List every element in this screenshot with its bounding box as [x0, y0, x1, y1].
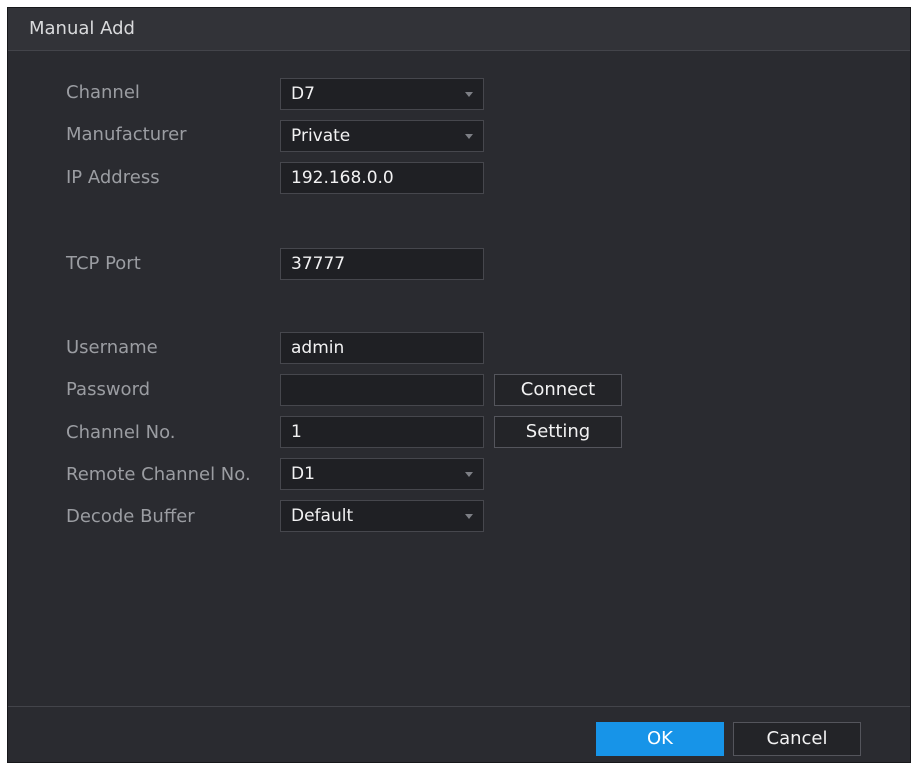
ip-address-label: IP Address [66, 167, 160, 188]
setting-button-label: Setting [525, 421, 591, 442]
password-label: Password [66, 379, 151, 400]
tcp-port-input[interactable]: 37777 [280, 248, 484, 280]
chevron-down-icon [465, 92, 473, 97]
channel-no-value: 1 [291, 422, 302, 442]
manual-add-dialog: Manual Add Channel D7 Manufacturer Priva… [7, 7, 911, 763]
footer-divider [8, 706, 910, 707]
remote-channel-no-label: Remote Channel No. [66, 464, 251, 485]
dialog-title: Manual Add [29, 18, 135, 39]
channel-label: Channel [66, 82, 140, 103]
channel-no-label: Channel No. [66, 422, 176, 443]
ip-address-input[interactable]: 192.168.0.0 [280, 162, 484, 194]
ok-button[interactable]: OK [596, 722, 724, 756]
password-input[interactable] [280, 374, 484, 406]
manufacturer-value: Private [291, 126, 351, 146]
chevron-down-icon [465, 514, 473, 519]
channel-no-input[interactable]: 1 [280, 416, 484, 448]
manufacturer-label: Manufacturer [66, 124, 187, 145]
ok-button-label: OK [647, 728, 673, 749]
tcp-port-label: TCP Port [66, 253, 141, 274]
decode-buffer-value: Default [291, 506, 354, 526]
tcp-port-value: 37777 [291, 254, 346, 274]
channel-select[interactable]: D7 [280, 78, 484, 110]
manufacturer-select[interactable]: Private [280, 120, 484, 152]
dialog-titlebar: Manual Add [8, 8, 910, 51]
ip-address-value: 192.168.0.0 [291, 168, 394, 188]
connect-button[interactable]: Connect [494, 374, 622, 406]
cancel-button-label: Cancel [766, 728, 828, 749]
connect-button-label: Connect [520, 379, 596, 400]
remote-channel-no-value: D1 [291, 464, 315, 484]
username-label: Username [66, 337, 158, 358]
username-input[interactable]: admin [280, 332, 484, 364]
setting-button[interactable]: Setting [494, 416, 622, 448]
channel-value: D7 [291, 84, 315, 104]
chevron-down-icon [465, 134, 473, 139]
username-value: admin [291, 338, 345, 358]
cancel-button[interactable]: Cancel [733, 722, 861, 756]
chevron-down-icon [465, 472, 473, 477]
remote-channel-no-select[interactable]: D1 [280, 458, 484, 490]
decode-buffer-select[interactable]: Default [280, 500, 484, 532]
decode-buffer-label: Decode Buffer [66, 506, 195, 527]
